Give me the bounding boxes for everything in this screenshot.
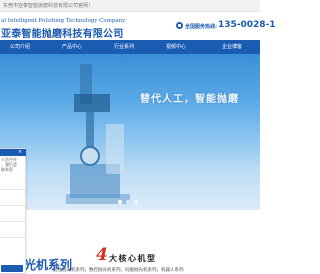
title-text: 大核心机型 xyxy=(109,254,157,263)
close-icon[interactable]: × xyxy=(18,149,22,156)
title-number: 4 xyxy=(96,245,108,265)
banner-pagination xyxy=(118,200,148,205)
chat-extra-field[interactable] xyxy=(0,237,25,238)
main-nav: 公司介绍 产品中心 行业系列 视频中心 企业博客 xyxy=(0,40,260,54)
section-subtitle: 磨性抛光机系列，数控抛光机系列，伺服抛光机系列，机器人系列 xyxy=(53,268,184,273)
nav-item-video[interactable]: 视频中心 xyxy=(156,40,196,54)
chat-send-button[interactable] xyxy=(1,265,23,272)
chat-name-field[interactable] xyxy=(0,189,25,190)
nav-item-products[interactable]: 产品中心 xyxy=(52,40,92,54)
welcome-text: 东莞市亚泰智能抛磨科技有限公司官网！ xyxy=(3,3,94,9)
hero-banner[interactable]: 替代人工，智能抛磨 xyxy=(0,54,260,210)
hotline-label: 全国服务热线: xyxy=(185,24,218,30)
chat-phone-field[interactable] xyxy=(0,205,25,206)
chat-message-field[interactable] xyxy=(0,221,25,222)
nav-item-industry[interactable]: 行业系列 xyxy=(104,40,144,54)
logo-english[interactable]: al Intelligent Polishing Technology Comp… xyxy=(1,18,125,24)
chat-header: × xyxy=(0,149,26,156)
nav-item-about[interactable]: 公司介绍 xyxy=(0,40,40,54)
polishing-machine-image xyxy=(66,64,130,204)
banner-slogan: 替代人工，智能抛磨 xyxy=(140,94,239,105)
chat-widget[interactable]: × 人员不在 ，我们会 联系您 xyxy=(0,148,26,274)
top-info-bar: 东莞市亚泰智能抛磨科技有限公司官网！ xyxy=(0,0,260,12)
logo-chinese[interactable]: 亚泰智能抛磨科技有限公司 xyxy=(1,25,123,40)
series-heading: 光机系列 xyxy=(24,258,73,272)
banner-dot-1[interactable] xyxy=(118,200,122,204)
banner-dot-3[interactable] xyxy=(134,200,138,204)
nav-item-blog[interactable]: 企业博客 xyxy=(212,40,252,54)
banner-dot-2[interactable] xyxy=(126,200,130,204)
hotline: 全国服务热线: 135-0028-1 xyxy=(176,20,276,33)
phone-icon xyxy=(176,22,183,29)
chat-message-line-3: 联系您 xyxy=(1,167,13,172)
hotline-number[interactable]: 135-0028-1 xyxy=(218,20,276,30)
site-header: al Intelligent Polishing Technology Comp… xyxy=(0,12,276,40)
